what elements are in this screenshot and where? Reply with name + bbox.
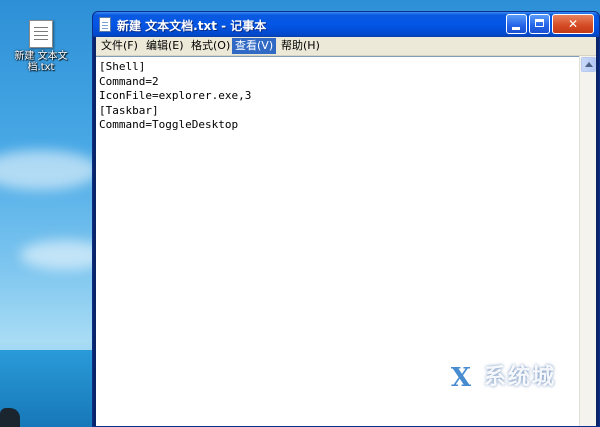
menu-help[interactable]: 帮助(H) [278, 38, 323, 54]
menu-file[interactable]: 文件(F) [98, 38, 141, 54]
close-button[interactable]: ✕ [552, 14, 594, 34]
watermark-brand: 系统城 [484, 365, 557, 390]
text-document-icon [29, 20, 53, 48]
watermark-url: XITONGCHENG.COM [485, 389, 573, 398]
editor-line: Command=ToggleDesktop [99, 118, 239, 131]
scroll-up-icon[interactable] [581, 57, 596, 72]
title-bar[interactable]: 新建 文本文档.txt - 记事本 ✕ [93, 12, 599, 37]
watermark-logo-icon: X [440, 357, 482, 399]
minimize-button[interactable] [506, 14, 527, 34]
close-icon: ✕ [567, 17, 579, 31]
editor-line: [Shell] [99, 60, 146, 73]
maximize-icon [535, 19, 544, 27]
desktop-icon-label: 新建 文本文档.txt [14, 51, 68, 73]
notepad-icon[interactable] [99, 17, 111, 32]
menu-view[interactable]: 查看(V) [232, 38, 277, 54]
editor-line: IconFile=explorer.exe,3 [99, 89, 252, 102]
menu-bar: 文件(F) 编辑(E) 格式(O) 查看(V) 帮助(H) [96, 37, 596, 56]
editor-line: Command=2 [99, 74, 159, 88]
rock-silhouette [0, 408, 20, 427]
menu-format[interactable]: 格式(O) [188, 38, 233, 54]
cloud [0, 150, 100, 190]
minimize-icon [512, 27, 520, 30]
maximize-button[interactable] [529, 14, 550, 34]
site-watermark: X 系统城 XITONGCHENG.COM [440, 355, 600, 410]
editor-line: [Taskbar] [99, 103, 159, 117]
desktop-icon-text-file[interactable]: 新建 文本文档.txt [12, 20, 70, 73]
menu-edit[interactable]: 编辑(E) [143, 38, 187, 54]
window-title: 新建 文本文档.txt - 记事本 [117, 19, 267, 33]
